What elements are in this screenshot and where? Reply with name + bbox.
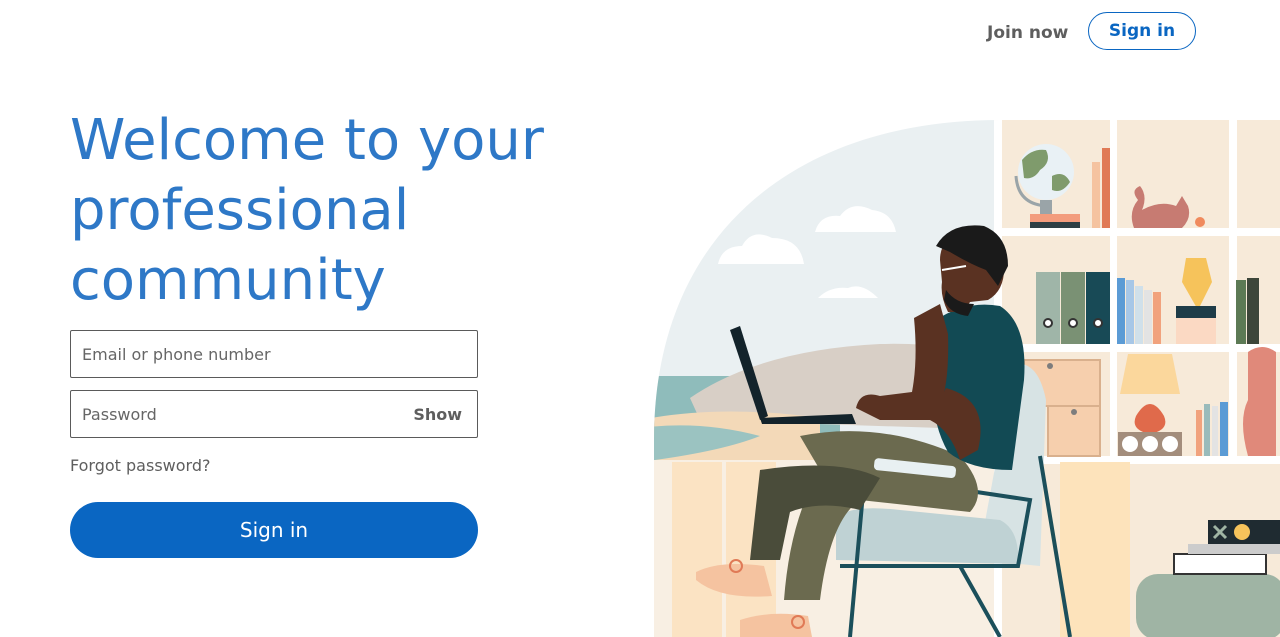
password-field[interactable]: Show	[70, 390, 478, 438]
show-password-button[interactable]: Show	[413, 391, 462, 437]
header-sign-in-button[interactable]: Sign in	[1088, 12, 1196, 50]
email-input[interactable]	[82, 331, 402, 377]
password-input[interactable]	[82, 391, 402, 437]
page-title: Welcome to your professional community	[70, 108, 544, 313]
forgot-password-link[interactable]: Forgot password?	[70, 456, 210, 475]
join-now-link[interactable]: Join now	[987, 22, 1068, 44]
sign-in-button[interactable]: Sign in	[70, 502, 478, 558]
person-working-on-laptop-illustration	[654, 120, 1280, 637]
email-field[interactable]	[70, 330, 478, 378]
